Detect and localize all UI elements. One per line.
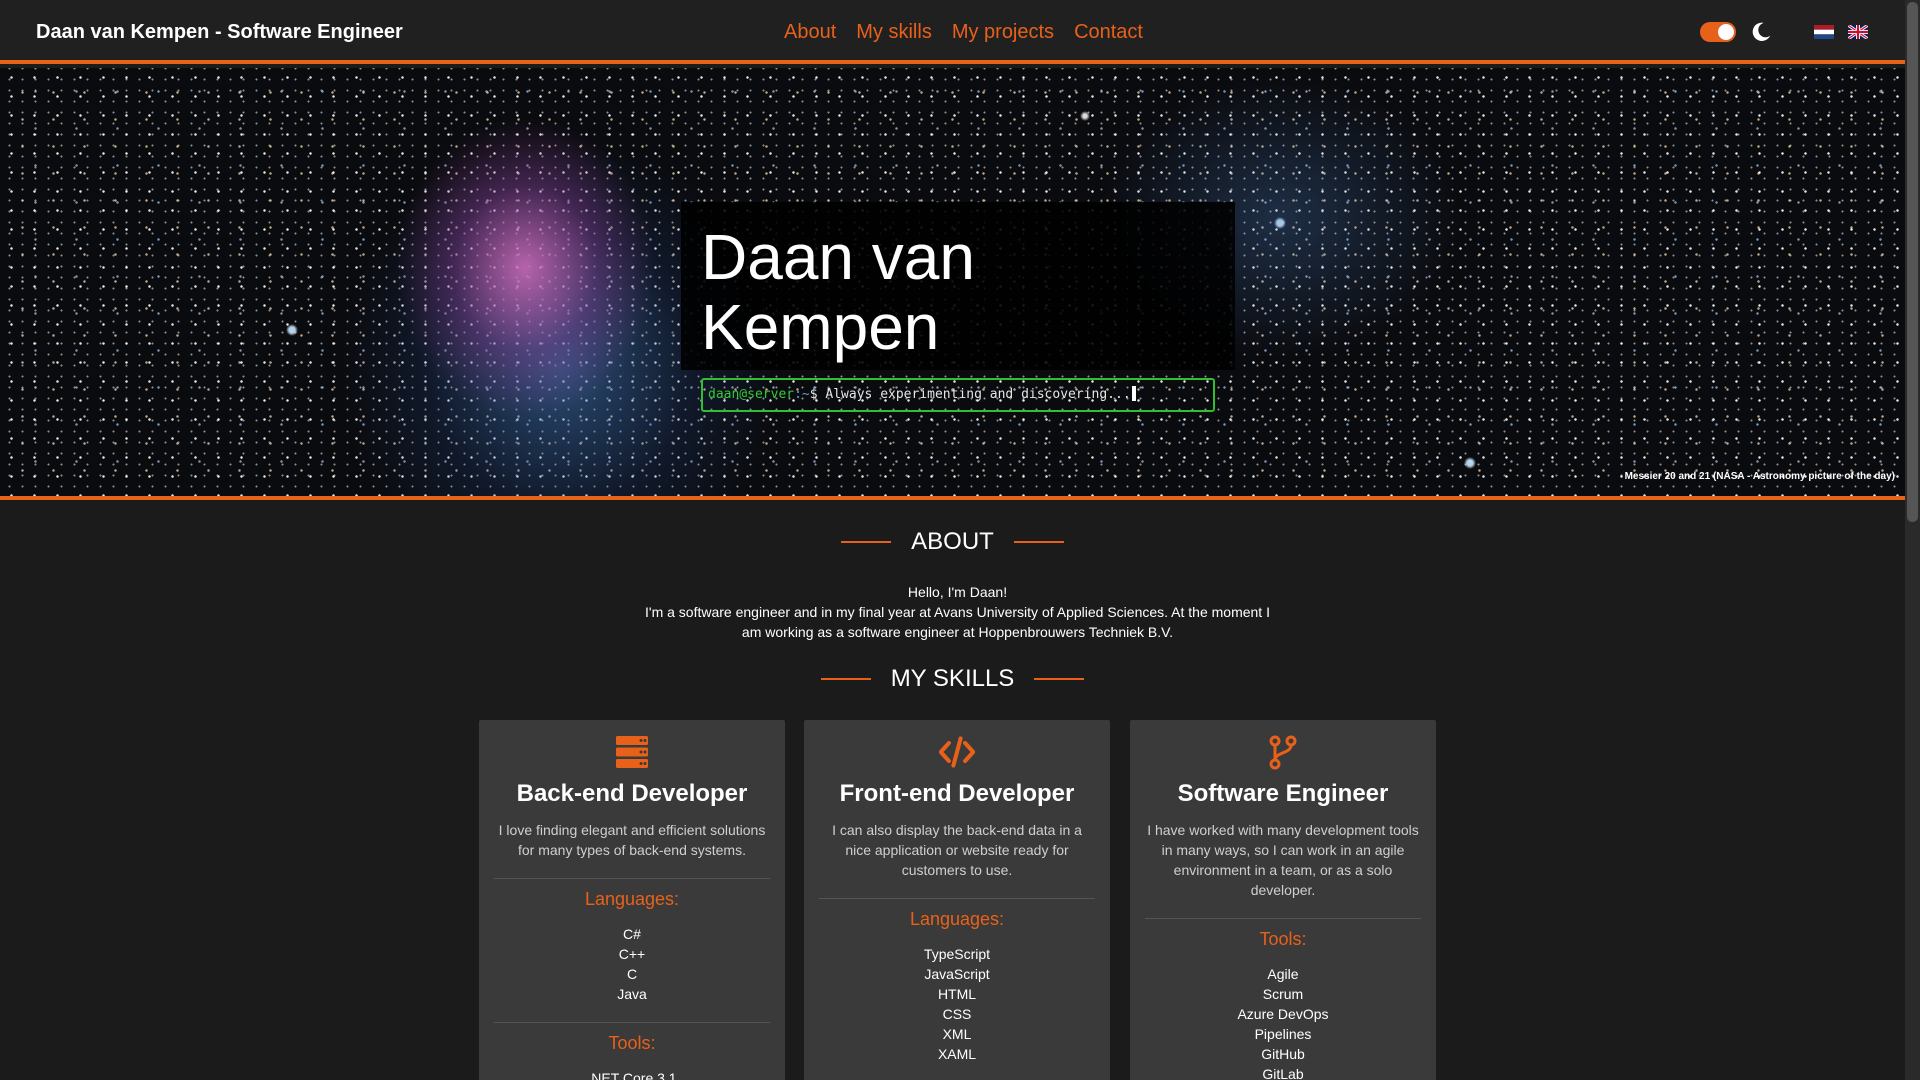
list-item: XML bbox=[942, 1026, 972, 1042]
skills-title: MY SKILLS bbox=[890, 665, 1015, 692]
flag-nl-icon[interactable] bbox=[1814, 25, 1834, 39]
nav-links: About My skills My projects Contact bbox=[784, 0, 1143, 64]
card-divider bbox=[494, 1022, 770, 1023]
nav-link-about[interactable]: About bbox=[784, 21, 836, 44]
server-icon bbox=[616, 736, 648, 768]
list-item: Scrum bbox=[1262, 986, 1304, 1002]
title-line-right bbox=[1034, 678, 1085, 680]
list-item: HTML bbox=[937, 986, 977, 1002]
nav-link-skills[interactable]: My skills bbox=[856, 21, 932, 44]
hero-box: Daan van Kempen daan@server:~$ Always ex… bbox=[681, 202, 1235, 412]
card-title: Back-end Developer bbox=[516, 780, 748, 807]
list-item: Pipelines bbox=[1254, 1026, 1312, 1042]
about-body: I'm a software engineer and in my final … bbox=[645, 604, 1270, 640]
moon-icon bbox=[1752, 22, 1771, 41]
about-greeting: Hello, I'm Daan! bbox=[907, 584, 1008, 600]
scrollbar-thumb[interactable] bbox=[1907, 2, 1918, 522]
card-description: I have worked with many development tool… bbox=[1147, 822, 1419, 898]
title-line-left bbox=[820, 678, 871, 680]
tools-list: .NET Core 3.1 bbox=[494, 1068, 770, 1080]
card-divider bbox=[1145, 918, 1421, 919]
about-heading: ABOUT bbox=[0, 528, 1905, 556]
card-description: I love finding elegant and efficient sol… bbox=[498, 822, 766, 858]
list-item: Agile bbox=[1267, 966, 1299, 982]
list-item: Azure DevOps bbox=[1237, 1006, 1329, 1022]
card-title: Software Engineer bbox=[1177, 780, 1389, 807]
image-credit: Messier 20 and 21 (NASA - Astronomy pict… bbox=[1624, 471, 1895, 482]
list-item: XAML bbox=[937, 1046, 977, 1062]
page-scrollbar[interactable] bbox=[1905, 0, 1920, 1080]
list-item: GitLab bbox=[1262, 1066, 1304, 1080]
nav-link-projects[interactable]: My projects bbox=[952, 21, 1054, 44]
card-divider bbox=[819, 898, 1095, 899]
hero-banner: Daan van Kempen daan@server:~$ Always ex… bbox=[0, 68, 1905, 500]
tools-list: Agile Scrum Azure DevOps Pipelines GitHu… bbox=[1145, 964, 1421, 1080]
skills-heading: MY SKILLS bbox=[0, 665, 1905, 693]
nav-link-contact[interactable]: Contact bbox=[1074, 21, 1143, 44]
terminal-prompt: $ bbox=[809, 387, 826, 402]
list-item: CSS bbox=[942, 1006, 972, 1022]
card-subheading-tools: Tools: bbox=[1259, 929, 1307, 949]
list-item: GitHub bbox=[1261, 1046, 1305, 1062]
toggle-knob bbox=[1718, 24, 1734, 40]
nav-controls bbox=[1700, 0, 1868, 64]
skill-card-backend: Back-end Developer I love finding elegan… bbox=[479, 720, 785, 1080]
list-item: C++ bbox=[618, 946, 646, 962]
card-title: Front-end Developer bbox=[839, 780, 1075, 807]
list-item: JavaScript bbox=[924, 966, 990, 982]
list-item: TypeScript bbox=[923, 946, 991, 962]
languages-list: TypeScript JavaScript HTML CSS XML XAML bbox=[819, 944, 1095, 1064]
hero-name: Daan van Kempen bbox=[701, 221, 975, 363]
card-subheading-tools: Tools: bbox=[608, 1033, 656, 1053]
skill-card-engineer: Software Engineer I have worked with man… bbox=[1130, 720, 1436, 1080]
card-subheading-languages: Languages: bbox=[584, 889, 680, 909]
list-item: Java bbox=[617, 986, 647, 1002]
card-subheading-languages: Languages: bbox=[909, 909, 1005, 929]
terminal-line: daan@server:~$ Always experimenting and … bbox=[701, 378, 1215, 412]
code-branch-icon bbox=[1269, 735, 1297, 770]
terminal-text: Always experimenting and discovering... bbox=[825, 387, 1131, 402]
list-item: C bbox=[626, 966, 638, 982]
terminal-path: :~ bbox=[794, 387, 810, 402]
navbar: Daan van Kempen - Software Engineer Abou… bbox=[0, 0, 1920, 64]
about-text: Hello, I'm Daan! I'm a software engineer… bbox=[640, 582, 1275, 642]
skill-card-frontend: Front-end Developer I can also display t… bbox=[804, 720, 1110, 1080]
list-item: .NET Core 3.1 bbox=[587, 1070, 677, 1080]
terminal-user: daan@server bbox=[708, 387, 795, 402]
title-line-right bbox=[1013, 541, 1064, 543]
terminal-cursor bbox=[1131, 386, 1136, 401]
title-line-left bbox=[841, 541, 892, 543]
flag-uk-icon[interactable] bbox=[1848, 25, 1868, 39]
dark-mode-toggle[interactable] bbox=[1700, 22, 1736, 42]
card-divider bbox=[494, 878, 770, 879]
card-description: I can also display the back-end data in … bbox=[832, 822, 1082, 878]
languages-list: C# C++ C Java bbox=[494, 924, 770, 1004]
about-title: ABOUT bbox=[911, 528, 994, 555]
code-icon bbox=[939, 736, 975, 768]
brand-title[interactable]: Daan van Kempen - Software Engineer bbox=[36, 0, 403, 64]
list-item: C# bbox=[623, 926, 641, 942]
